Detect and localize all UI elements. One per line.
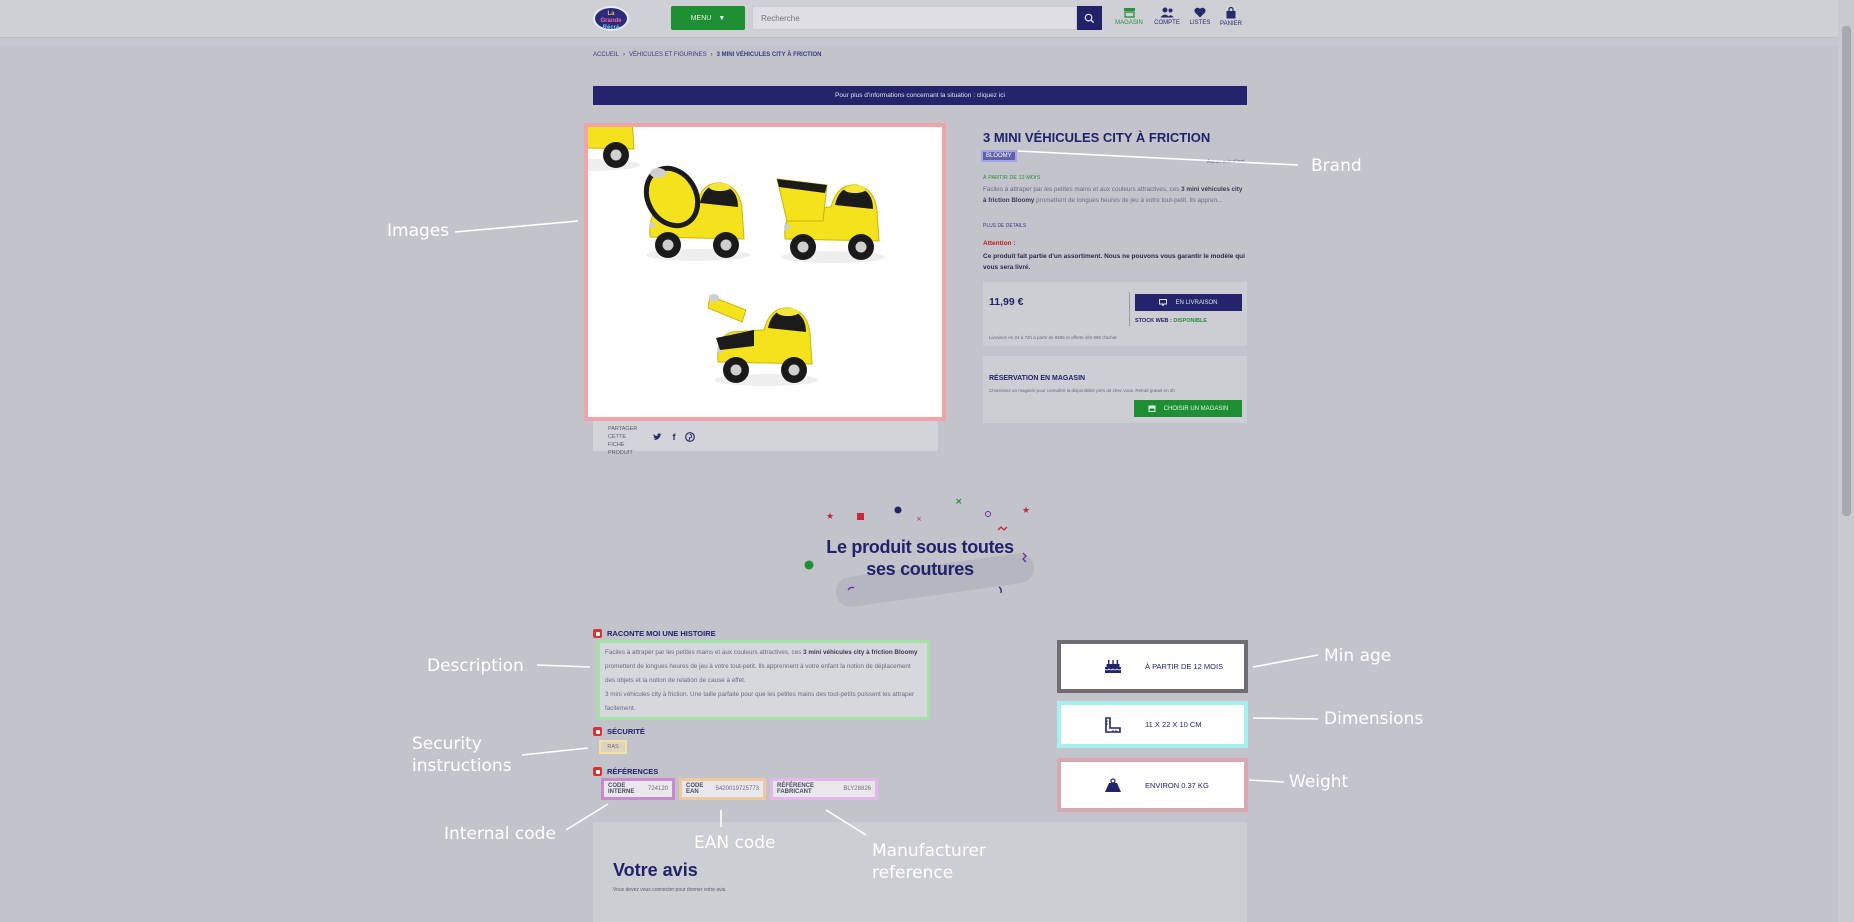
annotation-weight: Weight: [1289, 772, 1349, 792]
annotation-ean: EAN code: [694, 833, 776, 853]
annotation-internal-code: Internal code: [444, 824, 556, 844]
annotation-images: Images: [387, 221, 450, 241]
annotation-description: Description: [427, 656, 524, 676]
annotation-dimensions: Dimensions: [1324, 709, 1424, 729]
annotation-security: Security instructions: [412, 734, 512, 776]
annotation-manufacturer: Manufacturer reference: [872, 841, 986, 883]
annotation-min-age: Min age: [1324, 646, 1392, 666]
annotation-brand: Brand: [1311, 156, 1362, 176]
annotation-lines: [454, 150, 1319, 836]
